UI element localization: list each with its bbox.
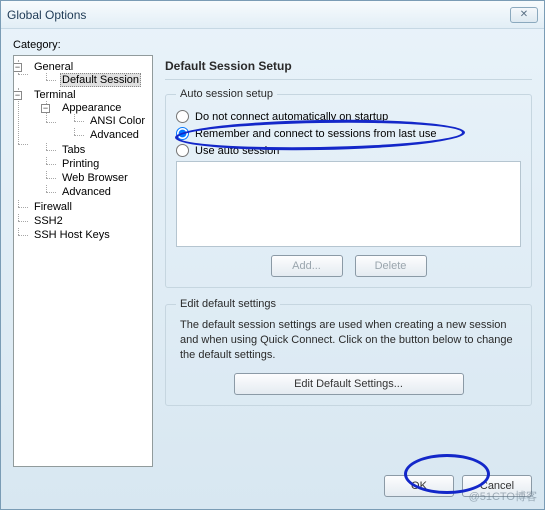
radio-remember[interactable]: Remember and connect to sessions from la… — [176, 127, 521, 140]
collapse-icon[interactable]: − — [13, 91, 22, 100]
dialog-footer: OK Cancel — [1, 467, 544, 509]
collapse-icon[interactable]: − — [13, 63, 22, 72]
tree-item-ansi-color[interactable]: ANSI Color — [88, 115, 147, 127]
radio-use-auto-label: Use auto session — [195, 145, 279, 157]
category-tree[interactable]: − General Default Session − Terminal — [13, 55, 153, 467]
tree-item-advanced[interactable]: Advanced — [60, 186, 113, 198]
content-pane: Default Session Setup Auto session setup… — [165, 55, 532, 467]
tree-item-general[interactable]: General — [32, 61, 75, 73]
radio-use-auto[interactable]: Use auto session — [176, 144, 521, 157]
auto-session-legend: Auto session setup — [176, 88, 277, 100]
radio-use-auto-input[interactable] — [176, 144, 189, 157]
tree-item-default-session[interactable]: Default Session — [60, 73, 141, 87]
tree-item-ssh-host-keys[interactable]: SSH Host Keys — [32, 229, 112, 241]
ok-button[interactable]: OK — [384, 475, 454, 497]
radio-remember-input[interactable] — [176, 127, 189, 140]
edit-default-description: The default session settings are used wh… — [180, 318, 521, 363]
radio-remember-label: Remember and connect to sessions from la… — [195, 128, 437, 140]
auto-session-list[interactable] — [176, 161, 521, 247]
global-options-window: Global Options ✕ Category: − General Def… — [0, 0, 545, 510]
tree-item-firewall[interactable]: Firewall — [32, 201, 74, 213]
radio-no-connect-label: Do not connect automatically on startup — [195, 111, 388, 123]
radio-no-connect[interactable]: Do not connect automatically on startup — [176, 110, 521, 123]
auto-session-group: Auto session setup Do not connect automa… — [165, 88, 532, 288]
dialog-body: Category: − General Default Session − — [1, 29, 544, 467]
titlebar: Global Options ✕ — [1, 1, 544, 29]
cancel-button[interactable]: Cancel — [462, 475, 532, 497]
tree-item-appearance[interactable]: Appearance — [60, 102, 123, 114]
edit-default-group: Edit default settings The default sessio… — [165, 298, 532, 406]
close-icon[interactable]: ✕ — [510, 7, 538, 23]
tree-item-tabs[interactable]: Tabs — [60, 144, 87, 156]
tree-item-printing[interactable]: Printing — [60, 158, 101, 170]
delete-button[interactable]: Delete — [355, 255, 427, 277]
window-title: Global Options — [7, 8, 86, 22]
category-label: Category: — [13, 39, 532, 51]
radio-no-connect-input[interactable] — [176, 110, 189, 123]
tree-item-advanced[interactable]: Advanced — [88, 129, 141, 141]
page-title: Default Session Setup — [165, 55, 532, 80]
tree-item-ssh2[interactable]: SSH2 — [32, 215, 65, 227]
edit-default-settings-button[interactable]: Edit Default Settings... — [234, 373, 464, 395]
edit-default-legend: Edit default settings — [176, 298, 280, 310]
tree-item-terminal[interactable]: Terminal — [32, 89, 78, 101]
add-button[interactable]: Add... — [271, 255, 343, 277]
tree-item-web-browser[interactable]: Web Browser — [60, 172, 130, 184]
collapse-icon[interactable]: − — [41, 104, 50, 113]
